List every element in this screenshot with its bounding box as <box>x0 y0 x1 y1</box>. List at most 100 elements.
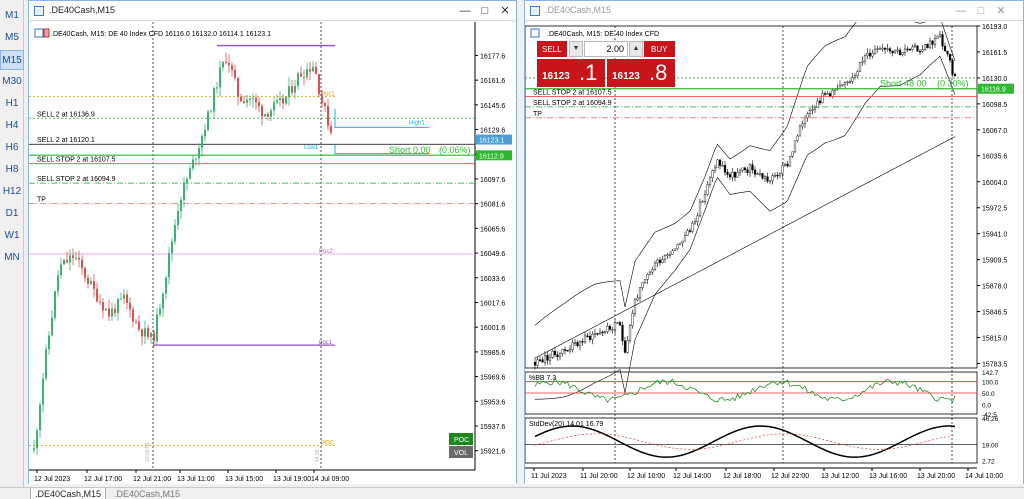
candle-body <box>210 111 212 113</box>
candle-body <box>596 333 599 335</box>
price-label: 15909.5 <box>982 258 1007 265</box>
candle-body <box>861 60 864 63</box>
timeframe-m15[interactable]: M15 <box>0 50 24 70</box>
candle-body <box>781 164 784 174</box>
candle-body <box>946 50 949 55</box>
candle-body <box>853 75 857 78</box>
price-label: 15937.6 <box>480 424 505 431</box>
order-line-label: SELL STOP 2 at 16094.9 <box>37 176 116 183</box>
candle-body <box>911 46 914 50</box>
candle-body <box>748 164 752 173</box>
candle-body <box>643 279 647 284</box>
candle-body <box>706 184 709 195</box>
right-window-title: .DE40Cash,M15 <box>545 5 612 15</box>
volume-decrease-icon[interactable]: ▼ <box>569 41 583 57</box>
candle-body <box>866 52 869 57</box>
candle-body <box>716 159 719 169</box>
timeframe-m5[interactable]: M5 <box>0 28 24 48</box>
buy-price-button[interactable]: 16123 .8 <box>607 59 675 87</box>
timeframe-h8[interactable]: H8 <box>0 160 24 180</box>
calendar-icon <box>34 28 44 38</box>
price-label: 16193.0 <box>982 24 1007 31</box>
candle-body <box>553 350 557 356</box>
bid-tag: 16116.9 <box>981 87 1006 94</box>
minimize-icon[interactable]: — <box>457 3 473 19</box>
order-line-label: SELL 2 at 16136.9 <box>37 111 95 118</box>
close-icon[interactable]: ✕ <box>497 3 513 19</box>
minimize-icon[interactable]: — <box>953 3 969 19</box>
timeframe-h6[interactable]: H6 <box>0 138 24 158</box>
candle-body <box>628 325 632 341</box>
candle-body <box>661 259 664 263</box>
candle-body <box>621 325 624 341</box>
candle-body <box>180 199 182 212</box>
price-label: 15878.0 <box>982 284 1007 291</box>
chart-window-icon <box>530 6 540 16</box>
candle-body <box>608 326 612 330</box>
time-label: 12 Jul 21:00 <box>133 476 171 483</box>
candle-body <box>234 69 236 78</box>
maximize-icon[interactable]: □ <box>973 3 989 19</box>
candle-body <box>826 93 829 95</box>
price-label: 15783.5 <box>982 361 1007 368</box>
timeframe-h1[interactable]: H1 <box>0 94 24 114</box>
price-label: 16129.6 <box>480 128 505 135</box>
timeframe-h12[interactable]: H12 <box>0 182 24 202</box>
left-chart-window[interactable]: .DE40Cash,M15 — □ ✕ .DE40Cash, M15: DE 4… <box>28 0 517 484</box>
right-window-titlebar[interactable]: .DE40Cash,M15 — □ ✕ <box>525 1 1023 21</box>
candle-body <box>243 101 245 103</box>
order-line-label: SELL STOP 2 at 16094.9 <box>533 100 612 107</box>
side-marker: 22:00:53 <box>145 442 151 462</box>
right-chart-window[interactable]: .DE40Cash,M15 — □ ✕ .DE40Cash, M15: DE 4… <box>524 0 1024 484</box>
timeframe-w1[interactable]: W1 <box>0 226 24 246</box>
candle-body <box>883 47 887 50</box>
candle-body <box>201 136 203 149</box>
price-label: 16017.6 <box>480 300 505 307</box>
tab-chart-1[interactable]: .DE40Cash,M15 <box>30 488 107 499</box>
candle-body <box>796 135 799 141</box>
candle-body <box>918 50 922 53</box>
candle-body <box>578 341 582 347</box>
candle-body <box>321 94 323 104</box>
left-window-titlebar[interactable]: .DE40Cash,M15 — □ ✕ <box>29 1 516 21</box>
candle-body <box>75 257 77 259</box>
tab-chart-2[interactable]: .DE40Cash,M15 <box>110 488 184 499</box>
stddev-level-label: 2.72 <box>982 458 995 465</box>
sell-price-button[interactable]: 16123 .1 <box>537 59 605 87</box>
candle-body <box>663 255 667 260</box>
candle-body <box>656 259 659 264</box>
price-label: 15972.5 <box>982 206 1007 213</box>
buy-button[interactable]: BUY <box>644 41 675 57</box>
timeframe-m30[interactable]: M30 <box>0 72 24 92</box>
timeframe-d1[interactable]: D1 <box>0 204 24 224</box>
candle-body <box>264 114 266 117</box>
price-label: 16065.6 <box>480 226 505 233</box>
candle-body <box>588 336 592 340</box>
sell-button[interactable]: SELL <box>537 41 567 57</box>
volume-input[interactable] <box>584 41 628 57</box>
candle-body <box>153 332 155 342</box>
order-line-label: SELL 2 at 16120.1 <box>37 137 95 144</box>
time-label: 11 Jul 2023 <box>531 473 567 480</box>
right-price-chart[interactable]: .DE40Cash, M15: DE 40 Index CFD 16193.0 16… <box>525 22 1023 484</box>
volume-increase-icon[interactable]: ▲ <box>629 41 643 57</box>
price-label: 16035.6 <box>982 154 1007 161</box>
candle-body <box>177 211 179 226</box>
left-price-chart[interactable]: .DE40Cash, M15: DE 40 Index CFD 16116.0 … <box>29 22 516 484</box>
time-label: 12 Jul 14:00 <box>673 473 711 480</box>
price-label: 16130.0 <box>982 76 1007 83</box>
buy-price-small: 16123 <box>612 71 640 82</box>
candle-body <box>546 355 549 361</box>
candle-body <box>249 98 251 100</box>
maximize-icon[interactable]: □ <box>477 3 493 19</box>
candle-body <box>93 280 95 289</box>
timeframe-h4[interactable]: H4 <box>0 116 24 136</box>
poc-button-label: POC <box>454 437 469 444</box>
candle-body <box>791 151 794 157</box>
timeframe-m1[interactable]: M1 <box>0 6 24 26</box>
candle-body <box>631 313 634 326</box>
timeframe-mn[interactable]: MN <box>0 248 24 268</box>
stddev-level-label: 19.00 <box>982 443 999 450</box>
close-icon[interactable]: ✕ <box>993 3 1009 19</box>
candle-body <box>144 328 146 337</box>
